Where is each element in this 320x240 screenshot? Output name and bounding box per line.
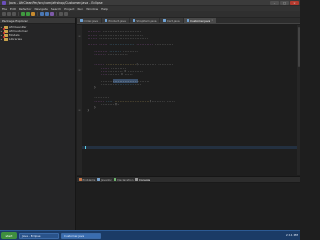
editor-tab-label: Customer.java (190, 18, 211, 23)
tab-console[interactable]: Console (135, 178, 150, 182)
tab-declaration[interactable]: Declaration (113, 177, 134, 182)
tab-label: Javadoc (100, 177, 112, 182)
editor-tab[interactable]: Order.java (77, 18, 101, 23)
editor-tab[interactable]: Product.java (101, 18, 129, 23)
bottom-panel: Problems Javadoc Declaration Console (77, 176, 300, 230)
new-icon[interactable] (2, 12, 6, 16)
project-folder-icon (3, 29, 8, 34)
javadoc-icon (97, 178, 100, 181)
new-class-icon[interactable] (50, 12, 54, 16)
menu-project[interactable]: Project (64, 7, 74, 11)
console-output[interactable] (77, 183, 300, 230)
source-code: ········ ······················· ······ … (84, 27, 294, 113)
new-java-project-icon[interactable] (40, 12, 44, 16)
run-icon[interactable] (26, 12, 30, 16)
project-folder-icon (4, 37, 8, 41)
java-file-icon (104, 19, 108, 22)
tab-label: Problems (82, 177, 96, 182)
code-editor[interactable]: ⊖ ⊖ ⊖ ········ ······················· ·… (77, 25, 300, 175)
toolbar-divider (37, 12, 38, 16)
menu-file[interactable]: File (2, 7, 7, 11)
project-folder-icon (3, 33, 8, 38)
code-line: } (87, 108, 90, 113)
tree-item-project[interactable]: ▸ Libraries (0, 37, 75, 41)
tab-label: Declaration (117, 177, 134, 182)
external-tools-icon[interactable] (31, 12, 35, 16)
editor-tab-label: Product.java (108, 18, 126, 23)
menu-navigate[interactable]: Navigate (34, 7, 47, 11)
menu-search[interactable]: Search (51, 7, 61, 11)
console-icon (135, 178, 138, 181)
start-button[interactable]: start (1, 232, 17, 239)
package-explorer-title: Package Explorer (2, 18, 28, 23)
scrollbar-thumb[interactable] (297, 27, 300, 67)
menu-run[interactable]: Run (77, 7, 83, 11)
taskbar-clock: 2:11 PM (285, 233, 298, 237)
os-taskbar: start Java - Eclipse Customer.java 2:11 … (0, 230, 300, 240)
tab-problems[interactable]: Problems (79, 178, 95, 182)
tree-item-label: Libraries (9, 37, 22, 41)
taskbar-item-active[interactable]: Customer.java (61, 232, 101, 239)
editor-tab-label: Cart.java (166, 18, 180, 23)
save-icon[interactable] (7, 12, 11, 16)
editor-scrollbar[interactable] (297, 25, 300, 175)
close-tab-icon[interactable]: × (211, 19, 213, 22)
project-tree: ▸ AfrCleanPer ▸ AfrCustomer ▸ Models ▸ L… (0, 24, 75, 41)
java-file-icon (80, 19, 83, 22)
tab-label: Console (138, 177, 151, 182)
eclipse-icon (2, 0, 6, 5)
debug-icon[interactable] (21, 12, 25, 16)
menu-refactor[interactable]: Refactor (19, 7, 32, 11)
minimize-button[interactable]: – (270, 1, 279, 5)
editor-tab[interactable]: ShopItem.java (129, 18, 160, 23)
fold-toggle-icon[interactable]: ⊖ (78, 35, 81, 38)
expand-arrow-icon[interactable]: ▸ (0, 38, 3, 41)
java-file-icon (163, 19, 166, 22)
menu-edit[interactable]: Edit (10, 7, 16, 11)
editor-gutter: ⊖ ⊖ ⊖ (77, 25, 82, 175)
project-folder-icon (3, 25, 8, 30)
editor-tab-active[interactable]: Customer.java × (183, 18, 217, 23)
fold-toggle-icon[interactable]: ⊖ (78, 109, 81, 112)
declaration-icon (113, 178, 117, 181)
tab-javadoc[interactable]: Javadoc (97, 177, 112, 182)
print-icon[interactable] (12, 12, 16, 16)
java-file-icon (186, 19, 190, 22)
main-toolbar (0, 11, 300, 18)
current-line-highlight (82, 146, 300, 149)
editor-tab[interactable]: Cart.java (160, 18, 183, 23)
text-cursor (85, 146, 86, 149)
editor-area: Order.java Product.java ShopItem.java Ca… (77, 18, 300, 176)
menu-help[interactable]: Help (101, 7, 108, 11)
open-type-icon[interactable] (59, 12, 63, 16)
window-controls: – □ × (270, 1, 299, 5)
editor-tab-label: ShopItem.java (136, 18, 157, 23)
java-file-icon (132, 19, 136, 22)
editor-tabs: Order.java Product.java ShopItem.java Ca… (77, 18, 300, 24)
search-icon[interactable] (64, 12, 68, 16)
new-package-icon[interactable] (45, 12, 49, 16)
menu-window[interactable]: Window (86, 7, 98, 11)
problems-icon (79, 178, 82, 181)
toolbar-divider (18, 12, 19, 16)
window-title: Java - AfrCleanPer/src/com/afrshop/Custo… (9, 0, 103, 5)
close-button[interactable]: × (290, 1, 299, 5)
taskbar-item[interactable]: Java - Eclipse (19, 232, 59, 239)
maximize-button[interactable]: □ (280, 1, 289, 5)
fold-toggle-icon[interactable]: ⊖ (78, 69, 81, 72)
package-explorer: Package Explorer ▸ AfrCleanPer ▸ AfrCust… (0, 18, 76, 230)
editor-tab-label: Order.java (83, 18, 98, 23)
toolbar-divider (56, 12, 57, 16)
